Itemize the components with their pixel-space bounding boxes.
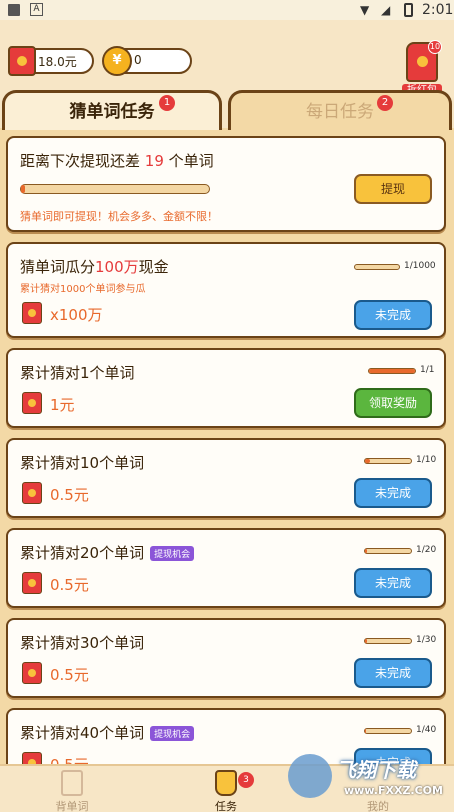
battery-icon [404,3,413,17]
task-progress-fill [365,459,370,463]
red-envelope-icon [22,302,42,324]
tab-guess-word-tasks[interactable]: 猜单词任务 1 [2,90,222,130]
red-balance-pill[interactable]: 18.0元 [8,46,94,76]
nav-badge: 3 [238,772,254,788]
task-card-4: 累计猜对30个单词 0.5元 1/30 未完成 [6,618,446,698]
task-progress-text: 1/10 [416,455,437,465]
nav-item-tasks[interactable]: 3 任务 [186,770,266,812]
tab-badge: 1 [159,95,175,111]
task-title: 累计猜对10个单词 [20,454,145,472]
jackpot-reward: x100万 [50,306,103,324]
task-progress-fill [365,639,367,643]
tab-label: 每日任务 [306,102,374,122]
book-icon [61,770,83,796]
red-envelope-icon [22,482,42,504]
task-card-2: 累计猜对10个单词 0.5元 1/10 未完成 [6,438,446,518]
withdraw-chance-tag: 提现机会 [150,726,195,741]
jackpot-progress [354,264,400,270]
withdraw-title: 距离下次提现还差 19 个单词 [20,152,214,170]
incomplete-button[interactable]: 未完成 [354,658,432,688]
withdraw-button[interactable]: 提现 [354,174,432,204]
task-progress-text: 1/30 [416,635,437,645]
red-envelope-icon [22,392,42,414]
tab-badge: 2 [377,95,393,111]
task-title: 累计猜对40个单词 提现机会 [20,722,195,743]
task-progress-text: 1/1 [420,365,435,375]
task-card-1: 累计猜对1个单词 1元 1/1 领取奖励 [6,348,446,428]
task-progress-fill [369,369,415,373]
claim-reward-button[interactable]: 领取奖励 [354,388,432,418]
task-reward: 0.5元 [50,576,89,594]
coin-balance-pill[interactable]: ¥ 0 [102,46,192,76]
task-progress-text: 1/40 [416,725,437,735]
tab-daily-tasks[interactable]: 每日任务 2 [228,90,452,130]
task-reward: 0.5元 [50,754,89,764]
a-icon: A [30,3,43,16]
task-reward: 0.5元 [50,486,89,504]
jackpot-progress-text: 1/1000 [404,261,436,271]
remaining-count: 19 [144,152,164,170]
jackpot-card: 猜单词瓜分100万现金 累计猜对1000个单词参与瓜 x100万 1/1000 … [6,242,446,338]
nav-item-vocabulary[interactable]: 背单词 [32,770,112,812]
task-progress [364,458,412,464]
task-progress [368,368,416,374]
task-progress [364,728,412,734]
red-packet-badge: 10 [428,40,442,54]
task-progress-text: 1/20 [416,545,437,555]
coin-balance-value: 0 [134,53,142,67]
wallet-bar: 18.0元 ¥ 0 10 拆红包 [0,20,454,98]
status-time: 2:01 [422,2,454,18]
withdraw-progress [20,184,210,194]
coin-icon: ¥ [102,46,132,76]
task-reward: 0.5元 [50,666,89,684]
trophy-icon [215,770,237,796]
red-envelope-icon [22,662,42,684]
nav-label: 任务 [215,800,237,812]
task-progress-fill [365,729,367,733]
red-envelope-icon [22,752,42,764]
incomplete-button[interactable]: 未完成 [354,568,432,598]
task-card-3: 累计猜对20个单词 提现机会 0.5元 1/20 未完成 [6,528,446,608]
red-balance-value: 18.0元 [38,55,77,69]
jackpot-button[interactable]: 未完成 [354,300,432,330]
task-progress [364,638,412,644]
jackpot-title: 猜单词瓜分100万现金 [20,258,169,276]
watermark: 飞翔下载 www.FXXZ.COM [288,748,448,804]
task-progress-fill [365,549,368,553]
withdraw-hint: 猜单词即可提现！机会多多、金额不限！ [20,210,218,223]
task-list[interactable]: 距离下次提现还差 19 个单词 提现 猜单词即可提现！机会多多、金额不限！ 猜单… [0,128,454,764]
red-envelope-icon [8,46,36,76]
nav-label: 背单词 [55,800,89,812]
withdraw-progress-fill [21,185,25,193]
watermark-url: www.FXXZ.COM [344,784,443,797]
task-title: 累计猜对1个单词 [20,364,135,382]
task-title: 累计猜对20个单词 提现机会 [20,542,195,563]
withdraw-card: 距离下次提现还差 19 个单词 提现 猜单词即可提现！机会多多、金额不限！ [6,136,446,232]
incomplete-button[interactable]: 未完成 [354,478,432,508]
jackpot-subtitle: 累计猜对1000个单词参与瓜 [20,284,146,295]
status-bar: A ▼ ◢ 2:01 [0,0,454,20]
watermark-brand: 飞翔下载 [336,758,416,782]
task-title: 累计猜对30个单词 [20,634,145,652]
task-reward: 1元 [50,396,75,414]
signal-icon: ◢ [381,3,391,17]
wifi-icon: ▼ [360,3,370,17]
red-envelope-icon [22,572,42,594]
watermark-logo-icon [288,754,332,798]
notification-icon [8,4,20,16]
withdraw-chance-tag: 提现机会 [150,546,195,561]
task-progress [364,548,412,554]
tab-label: 猜单词任务 [69,102,155,122]
